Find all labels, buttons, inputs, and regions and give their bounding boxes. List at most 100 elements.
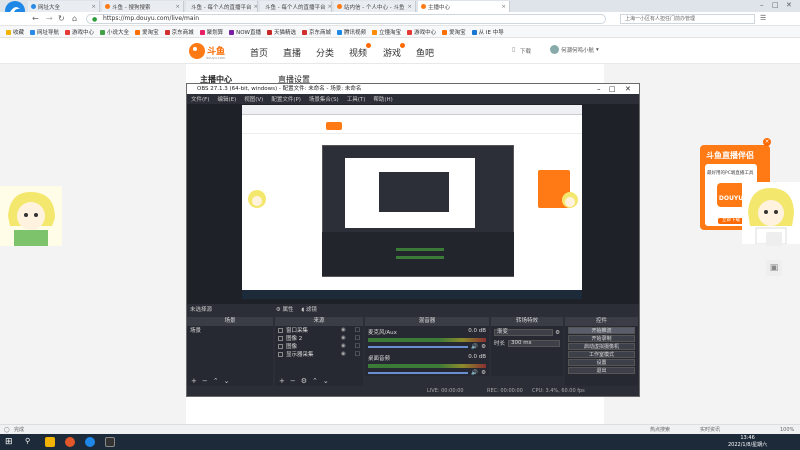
download-button[interactable]: 立即下载 xyxy=(718,218,744,224)
bookmark-item[interactable]: 从 IE 中导 xyxy=(471,28,504,36)
bookmark-item[interactable]: 游戏中心 xyxy=(407,28,436,36)
obs-minimize-icon[interactable]: – xyxy=(597,84,601,94)
search-icon[interactable]: ⚲ xyxy=(25,437,35,447)
add-icon[interactable]: + xyxy=(279,377,285,385)
bookmark-item[interactable]: NOW直播 xyxy=(229,28,261,36)
bookmark-item[interactable]: 聚划算 xyxy=(199,28,223,36)
control-button[interactable]: 启动虚拟摄像机 xyxy=(568,343,635,350)
file-explorer-icon[interactable] xyxy=(45,437,55,447)
minimize-icon[interactable]: – xyxy=(760,1,764,9)
control-button[interactable]: 开始推流 xyxy=(568,327,635,334)
lock-icon[interactable]: □ xyxy=(355,343,360,349)
nav-item[interactable]: 视频 xyxy=(349,43,372,59)
eye-icon[interactable]: ◉ xyxy=(341,335,346,341)
bookmark-item[interactable]: 腾讯视频 xyxy=(337,28,366,36)
gear-icon[interactable]: ⚙ xyxy=(276,307,281,313)
volume-slider[interactable] xyxy=(368,346,469,348)
filter-icon[interactable]: ◖ xyxy=(301,307,304,313)
nav-item[interactable]: 首页 xyxy=(250,46,268,59)
windows-start-icon[interactable]: ⊞ xyxy=(5,437,15,447)
lock-icon[interactable]: □ xyxy=(355,351,360,357)
filters-button[interactable]: 滤镜 xyxy=(306,307,317,313)
gear-icon[interactable]: ⚙ xyxy=(301,377,307,385)
transition-select[interactable]: 渐变 xyxy=(494,329,554,336)
nav-item[interactable]: 直播 xyxy=(283,46,301,59)
volume-slider[interactable] xyxy=(368,372,469,374)
tab-close-icon[interactable]: × xyxy=(91,4,96,10)
transition-gear-icon[interactable]: ⚙ xyxy=(555,330,560,336)
bookmark-item[interactable]: 网址导航 xyxy=(30,28,59,36)
address-bar[interactable]: ● https://mp.douyu.com/live/main xyxy=(86,14,606,24)
bookmark-item[interactable]: 游戏中心 xyxy=(65,28,94,36)
bookmark-item[interactable]: 小说大全 xyxy=(100,28,129,36)
obs-menu-item[interactable]: 文件(F) xyxy=(191,95,209,103)
source-item[interactable]: 显示器采集 ◉ □ xyxy=(275,350,363,358)
eye-icon[interactable]: ◉ xyxy=(341,351,346,357)
home-icon[interactable]: ⌂ xyxy=(72,14,77,23)
bookmark-item[interactable]: 爱淘宝 xyxy=(135,28,159,36)
obs-maximize-icon[interactable]: □ xyxy=(609,84,616,94)
obs-menu-item[interactable]: 场景集合(S) xyxy=(309,95,339,103)
remove-icon[interactable]: − xyxy=(290,377,296,385)
scenes-list[interactable]: 场景 xyxy=(187,326,273,376)
reload-icon[interactable]: ↻ xyxy=(58,14,65,23)
tab[interactable]: 斗鱼 - 搜狗搜索 × xyxy=(102,1,184,12)
eye-icon[interactable]: ◉ xyxy=(341,343,346,349)
nav-item[interactable]: 分类 xyxy=(316,46,334,59)
tab-close-icon[interactable]: × xyxy=(501,4,506,10)
bookmark-item[interactable]: 京东商城 xyxy=(302,28,331,36)
tab[interactable]: 主播中心 × xyxy=(418,1,510,12)
download-link[interactable]: 下载 xyxy=(520,47,531,55)
obs-menu-item[interactable]: 视图(V) xyxy=(244,95,263,103)
control-button[interactable]: 设置 xyxy=(568,359,635,366)
nav-item[interactable]: 鱼吧 xyxy=(416,46,434,59)
source-item[interactable]: 图像 ◉ □ xyxy=(275,342,363,350)
control-button[interactable]: 退出 xyxy=(568,367,635,374)
search-input[interactable]: 上海一小区有人担任门前办管理 xyxy=(620,14,755,24)
gear-icon[interactable]: ⚙ xyxy=(481,344,486,350)
source-item[interactable]: 图像 2 ◉ □ xyxy=(275,334,363,342)
down-icon[interactable]: ⌄ xyxy=(224,377,230,385)
back-icon[interactable]: ← xyxy=(32,14,39,23)
tab[interactable]: 斗鱼 - 每个人的直播平台 × xyxy=(186,1,258,12)
user-menu[interactable]: 何潮何鸣小航 ▾ xyxy=(550,45,599,54)
gear-icon[interactable]: ⚙ xyxy=(481,370,486,376)
browser-taskbar-icon[interactable] xyxy=(65,437,75,447)
tab[interactable]: 站内信 - 个人中心 - 斗鱼 × xyxy=(334,1,416,12)
nav-item[interactable]: 游戏 xyxy=(383,43,406,59)
bookmark-item[interactable]: 京东商城 xyxy=(164,28,194,36)
control-button[interactable]: 开始录制 xyxy=(568,335,635,342)
tab-close-icon[interactable]: × xyxy=(253,4,257,10)
tool-icon[interactable] xyxy=(766,232,782,246)
bookmark-item[interactable]: 爱淘宝 xyxy=(442,28,466,36)
up-icon[interactable]: ⌃ xyxy=(312,377,318,385)
tab-close-icon[interactable]: × xyxy=(407,4,412,10)
remove-icon[interactable]: − xyxy=(202,377,208,385)
sources-list[interactable]: 窗口采集 ◉ □ 图像 2 ◉ □ 图像 ◉ □ 显示器采集 ◉ □ xyxy=(275,326,363,376)
up-icon[interactable]: ⌃ xyxy=(213,377,219,385)
bookmark-item[interactable]: 立懂淘宝 xyxy=(372,28,401,36)
close-icon[interactable]: ✕ xyxy=(786,1,792,9)
douyu-logo-icon[interactable]: 斗鱼 douyu.com xyxy=(188,42,232,60)
duration-input[interactable]: 300 ms xyxy=(508,339,560,347)
forward-icon[interactable]: → xyxy=(46,14,53,23)
scene-item[interactable]: 场景 xyxy=(187,326,273,334)
obs-menu-item[interactable]: 帮助(H) xyxy=(373,95,392,103)
bookmark-item[interactable]: 天猫精选 xyxy=(267,28,296,36)
screenshot-icon[interactable]: ▣ xyxy=(766,260,782,276)
tab[interactable]: 网址大全 × xyxy=(28,1,100,12)
lock-icon[interactable]: □ xyxy=(355,327,360,333)
eye-icon[interactable]: ◉ xyxy=(341,327,346,333)
lock-icon[interactable]: □ xyxy=(355,335,360,341)
obs-close-icon[interactable]: ✕ xyxy=(625,84,631,94)
maximize-icon[interactable]: □ xyxy=(772,1,779,9)
tab-close-icon[interactable]: × xyxy=(327,4,331,10)
menu-icon[interactable]: ☰ xyxy=(760,14,766,22)
down-icon[interactable]: ⌄ xyxy=(323,377,329,385)
sogou-browser-taskbar-icon[interactable] xyxy=(85,437,95,447)
obs-menu-item[interactable]: 工具(T) xyxy=(347,95,366,103)
control-button[interactable]: 工作室模式 xyxy=(568,351,635,358)
obs-menu-item[interactable]: 编辑(E) xyxy=(217,95,236,103)
tab[interactable]: 斗鱼 - 每个人的直播平台 × xyxy=(260,1,332,12)
obs-taskbar-icon[interactable] xyxy=(105,437,115,447)
